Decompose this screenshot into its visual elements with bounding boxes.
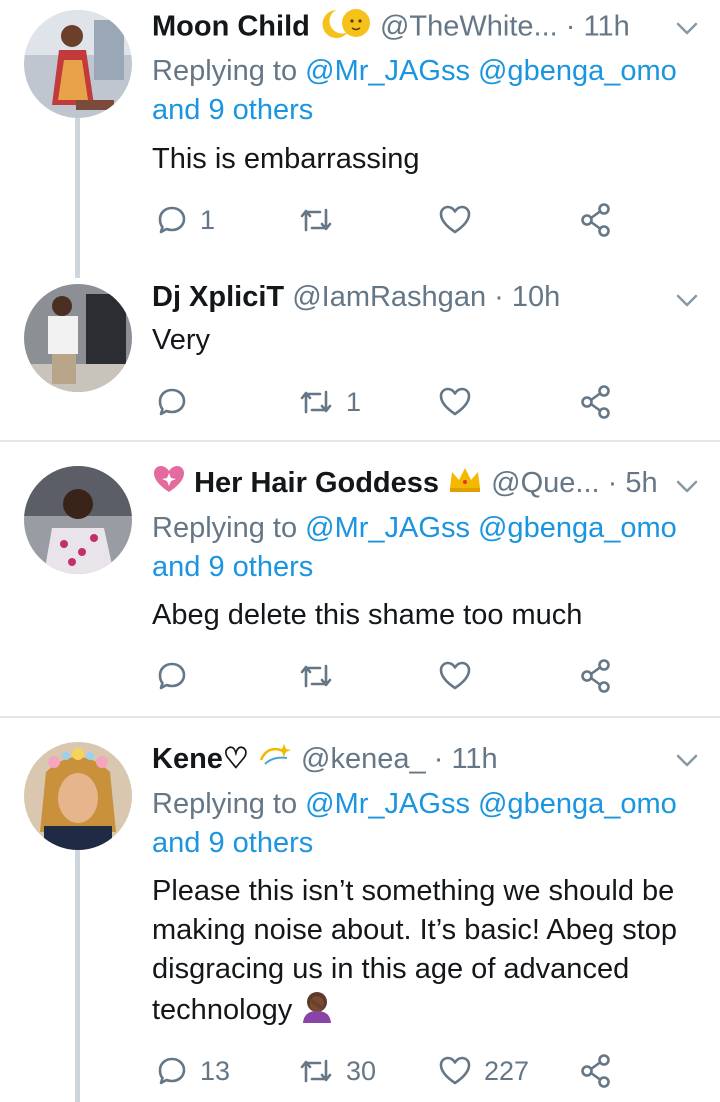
display-name[interactable]: Moon Child (152, 11, 310, 43)
like-button[interactable] (438, 656, 484, 696)
reply-tweet-dj-xplicit[interactable]: Dj XpliciT @IamRashgan · 10h Very 1 (0, 270, 720, 440)
handle[interactable]: @TheWhite... (380, 11, 558, 43)
share-button[interactable] (580, 656, 612, 696)
reply-icon (158, 388, 186, 416)
sparkling-heart-emoji (152, 464, 186, 504)
retweet-icon (300, 1059, 332, 1083)
reply-icon (158, 206, 186, 234)
replying-to-prefix: Replying to (152, 512, 298, 544)
tweet-text: Very (152, 324, 211, 356)
reply-button[interactable] (156, 656, 200, 696)
retweet-button[interactable]: 1 (298, 382, 361, 422)
avatar[interactable] (24, 466, 132, 574)
like-icon (439, 1056, 471, 1085)
timestamp[interactable]: 11h (451, 743, 497, 775)
share-button[interactable] (580, 200, 612, 240)
timestamp[interactable]: 5h (625, 467, 657, 499)
avatar[interactable] (24, 284, 132, 392)
reply-button[interactable] (156, 382, 200, 422)
retweet-button[interactable] (298, 656, 346, 696)
timestamp[interactable]: 11h (583, 11, 629, 43)
mention-links[interactable]: @Mr_JAGss @gbenga_omo (305, 512, 677, 544)
action-bar: 1 (152, 382, 632, 422)
retweet-icon (300, 390, 332, 414)
thread-line (75, 118, 80, 278)
replying-to: Replying to @Mr_JAGss @gbenga_omo and 9 … (152, 509, 677, 587)
reply-count: 13 (200, 1055, 231, 1086)
avatar[interactable] (24, 742, 132, 850)
reply-tweet-kene[interactable]: Kene♡ @kenea_ · 11h Replying to @Mr_JAGs… (0, 718, 720, 1102)
like-icon (439, 387, 471, 416)
retweet-button[interactable] (298, 200, 346, 240)
tweet-text: Abeg delete this shame too much (152, 599, 583, 631)
share-icon (581, 203, 610, 237)
handle[interactable]: @kenea_ (301, 743, 426, 775)
retweet-count: 1 (346, 386, 362, 417)
crescent-moon-emoji (318, 6, 372, 50)
chevron-down-icon[interactable] (676, 754, 698, 768)
share-button[interactable] (580, 1051, 612, 1091)
replying-to: Replying to @Mr_JAGss @gbenga_omo and 9 … (152, 52, 677, 130)
replying-to-prefix: Replying to (152, 55, 298, 87)
timestamp[interactable]: 10h (512, 281, 560, 313)
tweet-text: Please this isn’t something we should be… (152, 872, 697, 1034)
action-bar: 13 30 227 (152, 1051, 632, 1091)
tweet-text-line: Please this isn’t something we should be (152, 875, 675, 907)
display-name[interactable]: Her Hair Goddess (194, 467, 439, 499)
share-button[interactable] (580, 382, 612, 422)
reply-button[interactable]: 1 (156, 200, 215, 240)
like-icon (439, 661, 471, 690)
reply-icon (158, 1057, 186, 1085)
thread-line (75, 850, 80, 1102)
retweet-count: 30 (346, 1055, 377, 1086)
mention-links[interactable]: @Mr_JAGss @gbenga_omo (305, 55, 677, 87)
others-link[interactable]: and 9 others (152, 827, 313, 859)
reply-count: 1 (200, 204, 216, 235)
tweet-text-line: making noise about. It’s basic! Abeg sto… (152, 914, 678, 946)
like-count: 227 (484, 1055, 530, 1086)
like-button[interactable] (438, 382, 484, 422)
chevron-down-icon[interactable] (676, 294, 698, 308)
share-icon (581, 385, 610, 419)
avatar[interactable] (24, 10, 132, 118)
retweet-icon (300, 664, 332, 688)
tweet-text-line: technology (152, 994, 293, 1027)
replying-to: Replying to @Mr_JAGss @gbenga_omo and 9 … (152, 785, 677, 863)
chevron-down-icon[interactable] (676, 480, 698, 494)
mention-links[interactable]: @Mr_JAGss @gbenga_omo (305, 788, 677, 820)
handle[interactable]: @IamRashgan (292, 281, 486, 313)
share-icon (581, 1054, 610, 1088)
like-button[interactable]: 227 (438, 1051, 529, 1091)
display-name[interactable]: Dj XpliciT (152, 281, 284, 313)
separator-dot: · (494, 281, 504, 313)
action-bar: 1 (152, 200, 632, 240)
separator-dot: · (433, 743, 444, 775)
replying-to-prefix: Replying to (152, 788, 298, 820)
retweet-icon (300, 208, 332, 232)
share-icon (581, 659, 610, 693)
like-icon (439, 205, 471, 234)
facepalm-emoji (300, 989, 334, 1034)
handle[interactable]: @Que... (491, 467, 599, 499)
tweet-text: This is embarrassing (152, 143, 420, 175)
reply-button[interactable]: 13 (156, 1051, 230, 1091)
separator-dot: · (607, 467, 618, 499)
reply-icon (158, 662, 186, 690)
others-link[interactable]: and 9 others (152, 551, 313, 583)
separator-dot: · (565, 10, 576, 43)
like-button[interactable] (438, 200, 484, 240)
crown-emoji (447, 464, 483, 504)
display-name[interactable]: Kene♡ (152, 743, 249, 775)
action-bar (152, 656, 632, 696)
retweet-button[interactable]: 30 (298, 1051, 376, 1091)
chevron-down-icon[interactable] (676, 22, 698, 36)
reply-tweet-moon-child[interactable]: Moon Child @TheWhite... · 11h Replying t… (0, 0, 720, 278)
others-link[interactable]: and 9 others (152, 94, 313, 126)
reply-tweet-her-hair-goddess[interactable]: Her Hair Goddess @Que... · 5h Replying t… (0, 442, 720, 716)
tweet-text-line: disgracing us in this age of advanced (152, 953, 630, 985)
dizzy-emoji (257, 740, 293, 780)
